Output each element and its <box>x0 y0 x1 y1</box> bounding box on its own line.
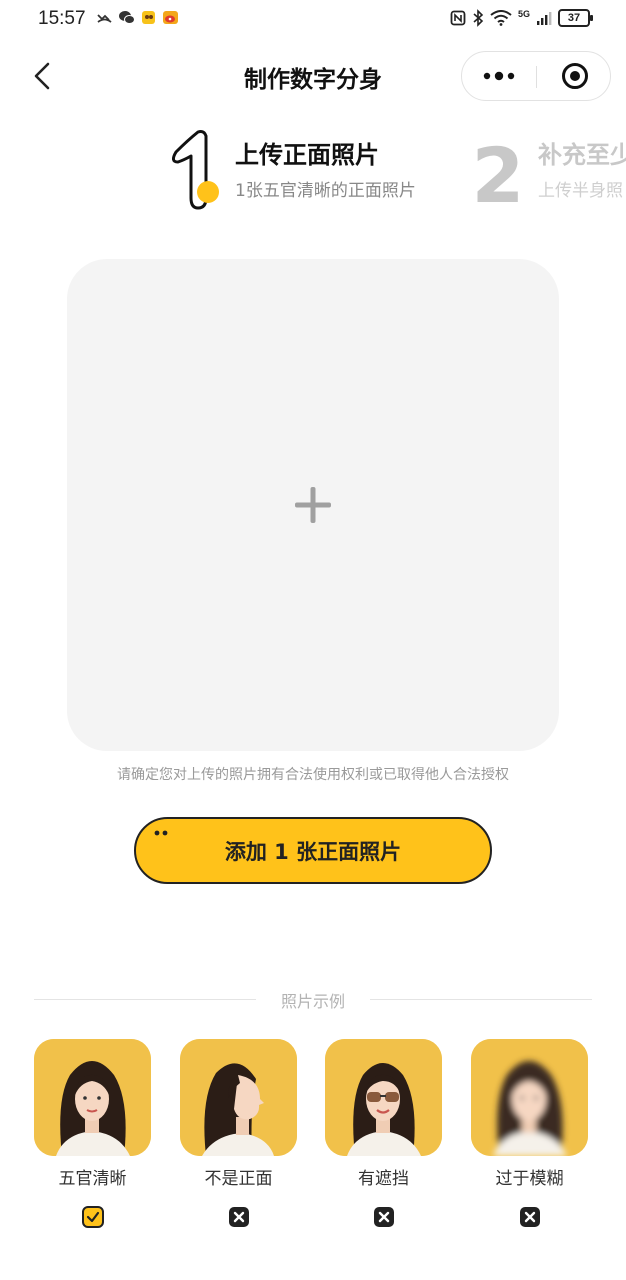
portrait-sunglasses-image <box>325 1039 442 1156</box>
add-photo-button-label: 添加 1 张正面照片 <box>224 839 402 864</box>
portrait-front-image <box>34 1039 151 1156</box>
network-type: 5G <box>517 9 530 19</box>
cross-icon <box>520 1207 540 1227</box>
example-label: 过于模糊 <box>495 1169 564 1189</box>
more-options-icon[interactable] <box>462 52 536 100</box>
weibo-icon <box>163 11 178 24</box>
signal-icon <box>537 12 552 25</box>
nfc-icon <box>450 10 466 26</box>
portrait-side-image <box>180 1039 297 1156</box>
step-2-number: 2 <box>472 131 525 210</box>
example-photo-side <box>180 1039 297 1156</box>
step-2-number-icon: 2 <box>472 131 525 210</box>
step-1-title: 上传正面照片 <box>235 141 379 169</box>
check-icon <box>82 1206 104 1228</box>
example-photo-blurry <box>471 1039 588 1156</box>
button-eyes-decoration <box>154 830 168 836</box>
step-1-description: 1张五官清晰的正面照片 <box>235 181 416 201</box>
cross-icon <box>374 1207 394 1227</box>
system-icons: 5G 37 <box>450 9 593 27</box>
example-photo-sunglasses <box>325 1039 442 1156</box>
example-obstructed: 有遮挡 <box>325 1039 442 1227</box>
mini-program-capsule <box>461 51 611 101</box>
wechat-icon <box>119 11 135 24</box>
example-not-frontal: 不是正面 <box>180 1039 297 1227</box>
battery-indicator: 37 <box>558 9 593 27</box>
example-clear-features: 五官清晰 <box>34 1039 151 1228</box>
example-label: 五官清晰 <box>58 1169 127 1189</box>
step-1-number-icon <box>171 130 219 210</box>
app-notification-icon <box>142 11 155 24</box>
wifi-icon <box>490 10 512 26</box>
step-2-description: 上传半身照 <box>538 181 623 201</box>
progress-steps: 上传正面照片 1张五官清晰的正面照片 2 补充至少 上传半身照 <box>0 120 626 220</box>
notification-icons <box>96 10 179 25</box>
photo-upload-area[interactable] <box>67 259 559 751</box>
status-time: 15:57 <box>38 8 86 29</box>
authorization-notice: 请确定您对上传的照片拥有合法使用权利或已取得他人合法授权 <box>117 767 509 783</box>
plus-icon <box>295 487 331 523</box>
add-photo-button[interactable]: 添加 1 张正面照片 <box>134 817 492 884</box>
example-label: 不是正面 <box>204 1169 273 1189</box>
missed-call-icon <box>97 14 112 23</box>
capsule-divider <box>536 66 537 88</box>
examples-section-title: 照片示例 <box>280 992 345 1011</box>
cross-icon <box>229 1207 249 1227</box>
example-photo-clear <box>34 1039 151 1156</box>
bluetooth-icon <box>473 9 484 27</box>
example-label: 有遮挡 <box>358 1169 409 1189</box>
portrait-blurry-image <box>471 1039 588 1156</box>
step-2-title: 补充至少 <box>538 141 626 169</box>
example-too-blurry: 过于模糊 <box>471 1039 588 1227</box>
close-mini-program-icon[interactable] <box>538 52 610 100</box>
status-bar: 15:57 5G 37 <box>0 0 626 40</box>
